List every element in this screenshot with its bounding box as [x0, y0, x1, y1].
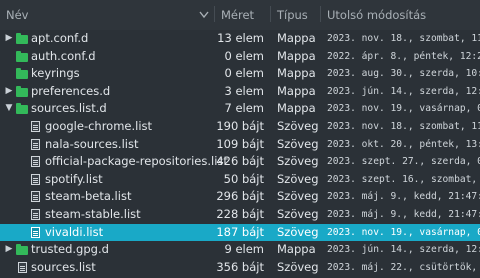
- folder-icon: [16, 85, 28, 97]
- folder-icon: [16, 103, 28, 115]
- item-modified: 2023. okt. 20., péntek, 13:46: [327, 138, 480, 150]
- item-type: Szöveg: [277, 259, 319, 274]
- item-type: Szöveg: [277, 224, 319, 239]
- item-type: Mappa: [277, 101, 316, 116]
- item-size: 187 bájt: [216, 224, 264, 239]
- column-header: Név Méret Típus Utolsó módosítás: [0, 0, 480, 30]
- item-modified: 2023. szept. 16., szombat, 18:: [327, 173, 480, 185]
- item-modified: 2023. nov. 18., szombat, 11:6: [327, 120, 480, 132]
- item-type: Mappa: [277, 83, 316, 98]
- folder-row[interactable]: ▼ sources.list.d 7 elem Mappa 2023. nov. 19.…: [0, 100, 480, 118]
- item-modified: 2023. szept. 27., szerda, 09:: [327, 156, 480, 168]
- item-name: google-chrome.list: [45, 118, 153, 133]
- item-type: Szöveg: [277, 118, 319, 133]
- item-type: Mappa: [277, 48, 316, 63]
- item-size: 190 bájt: [216, 118, 264, 133]
- item-name: preferences.d: [31, 83, 111, 98]
- item-modified: 2023. nov. 18., szombat, 11:4: [327, 33, 480, 44]
- item-size: 426 bájt: [216, 154, 264, 169]
- folder-row[interactable]: auth.conf.d 0 elem Mappa 2022. ápr. 8., pén…: [0, 48, 480, 66]
- column-type-header[interactable]: Típus: [277, 8, 308, 22]
- file-row[interactable]: sources.list 356 bájt Szöveg 2023. máj. 22.…: [0, 259, 480, 277]
- item-modified: 2023. aug. 30., szerda, 10:26: [327, 68, 480, 80]
- chevron-right-icon[interactable]: ▶: [4, 241, 14, 259]
- item-name: auth.conf.d: [31, 48, 96, 63]
- text-file-icon: [31, 156, 40, 168]
- column-size-header[interactable]: Méret: [221, 8, 254, 22]
- item-name: official-package-repositories.list: [45, 154, 228, 169]
- file-row[interactable]: spotify.list 50 bájt Szöveg 2023. szept. 16…: [0, 171, 480, 189]
- folder-row[interactable]: ▶ apt.conf.d 13 elem Mappa 2023. nov. 18., s…: [0, 30, 480, 48]
- column-modified-header[interactable]: Utolsó módosítás: [327, 8, 426, 22]
- column-separator[interactable]: [270, 6, 271, 22]
- item-modified: 2023. nov. 19., vasárnap, 09:: [327, 103, 480, 115]
- file-row[interactable]: steam-stable.list 228 bájt Szöveg 2023. máj…: [0, 206, 480, 224]
- item-type: Szöveg: [277, 154, 319, 169]
- column-separator[interactable]: [214, 6, 215, 22]
- item-name: spotify.list: [45, 171, 103, 186]
- item-name: trusted.gpg.d: [31, 242, 109, 257]
- item-modified: 2023. jún. 14., szerda, 12:29: [327, 85, 480, 97]
- text-file-icon: [31, 173, 40, 185]
- item-name: vivaldi.list: [45, 224, 104, 239]
- chevron-right-icon[interactable]: ▶: [4, 30, 14, 48]
- item-modified: 2023. jún. 14., szerda, 12:29: [327, 244, 480, 256]
- item-modified: 2023. máj. 9., kedd, 21:47:12: [327, 191, 480, 203]
- item-name: sources.list.d: [31, 101, 107, 116]
- item-modified: 2022. ápr. 8., péntek, 12:22: [327, 50, 480, 62]
- folder-icon: [16, 244, 28, 256]
- item-size: 9 elem: [224, 242, 264, 257]
- folder-row[interactable]: ▶ preferences.d 3 elem Mappa 2023. jún. 14.,…: [0, 83, 480, 101]
- item-name: apt.conf.d: [31, 31, 89, 45]
- file-row[interactable]: google-chrome.list 190 bájt Szöveg 2023. no…: [0, 118, 480, 136]
- item-size: 0 elem: [224, 66, 264, 81]
- text-file-icon: [31, 226, 40, 238]
- item-size: 13 elem: [217, 31, 264, 45]
- item-name: steam-beta.list: [45, 189, 132, 204]
- item-type: Mappa: [277, 66, 316, 81]
- column-name-header[interactable]: Név: [6, 8, 28, 22]
- chevron-right-icon[interactable]: ▶: [4, 83, 14, 101]
- item-type: Mappa: [277, 242, 316, 257]
- sort-descending-icon[interactable]: [199, 7, 209, 24]
- column-separator[interactable]: [320, 6, 321, 22]
- item-size: 109 bájt: [216, 136, 264, 151]
- folder-row[interactable]: keyrings 0 elem Mappa 2023. aug. 30., szerd…: [0, 65, 480, 83]
- text-file-icon: [31, 120, 40, 132]
- item-type: Mappa: [277, 31, 316, 45]
- file-row[interactable]: vivaldi.list 187 bájt Szöveg 2023. nov. 19.…: [0, 223, 480, 242]
- text-file-icon: [31, 138, 40, 150]
- item-size: 0 elem: [224, 48, 264, 63]
- item-size: 7 elem: [224, 101, 264, 116]
- item-size: 50 bájt: [223, 171, 264, 186]
- text-file-icon: [31, 208, 40, 220]
- item-modified: 2023. nov. 19., vasárnap, 09: [327, 226, 480, 238]
- item-size: 228 bájt: [216, 206, 264, 221]
- item-name: sources.list: [31, 259, 96, 274]
- item-type: Szöveg: [277, 136, 319, 151]
- folder-icon: [16, 33, 28, 44]
- item-type: Szöveg: [277, 189, 319, 204]
- item-name: steam-stable.list: [45, 206, 141, 221]
- text-file-icon: [31, 191, 40, 203]
- folder-icon: [16, 50, 28, 62]
- text-file-icon: [18, 261, 27, 273]
- file-list: ▶ apt.conf.d 13 elem Mappa 2023. nov. 18., s…: [0, 30, 480, 276]
- file-row[interactable]: official-package-repositories.list 426 bá…: [0, 153, 480, 171]
- item-modified: 2023. máj. 22., csütörtök, 1: [327, 261, 480, 273]
- item-name: keyrings: [31, 66, 80, 81]
- folder-row[interactable]: ▶ trusted.gpg.d 9 elem Mappa 2023. jún. 14.,…: [0, 241, 480, 259]
- item-name: nala-sources.list: [45, 136, 139, 151]
- folder-icon: [16, 68, 28, 80]
- file-row[interactable]: steam-beta.list 296 bájt Szöveg 2023. máj. …: [0, 188, 480, 206]
- item-modified: 2023. máj. 9., kedd, 21:47:12: [327, 208, 480, 220]
- item-type: Szöveg: [277, 171, 319, 186]
- item-size: 356 bájt: [216, 259, 264, 274]
- item-type: Szöveg: [277, 206, 319, 221]
- file-row[interactable]: nala-sources.list 109 bájt Szöveg 2023. okt…: [0, 136, 480, 154]
- item-size: 3 elem: [224, 83, 264, 98]
- item-size: 296 bájt: [216, 189, 264, 204]
- chevron-down-icon[interactable]: ▼: [4, 100, 14, 118]
